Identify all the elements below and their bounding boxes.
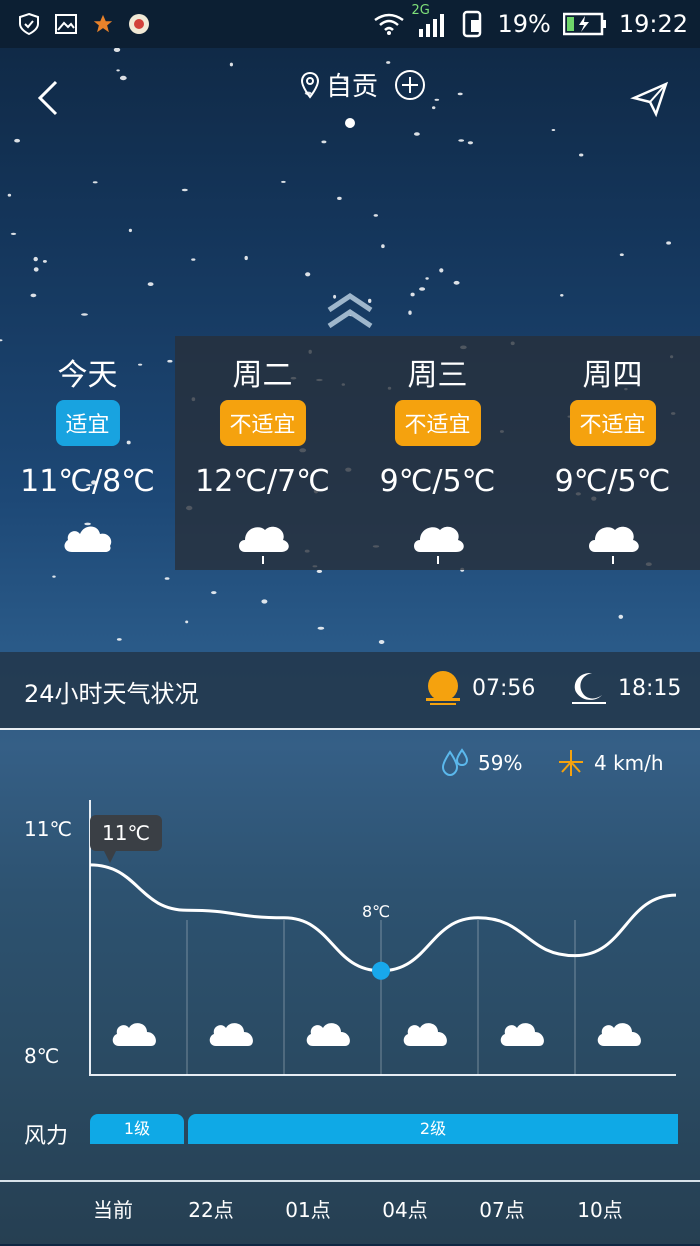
time-label: 01点: [285, 1198, 331, 1222]
sunrise-icon: [426, 671, 460, 705]
temp-range: 9℃/5℃: [379, 464, 496, 499]
windmill-icon: [559, 750, 583, 776]
wind-label: 风力: [24, 1124, 69, 1149]
min-point-label: 8℃: [362, 902, 391, 921]
city-selector[interactable]: 自贡: [300, 66, 426, 103]
cloud-icon: [500, 1023, 544, 1046]
phone-data-icon: [463, 10, 482, 38]
cloud-icon: [64, 526, 111, 552]
daily-forecast: 今天 适宜 11℃/8℃ 周二 不适宜 12℃/7℃ 周三 不适宜 9℃/5℃ …: [0, 336, 700, 570]
suitability-badge: 不适宜: [394, 400, 481, 446]
day-name: 周四: [582, 358, 643, 393]
day-name: 周二: [232, 358, 293, 393]
cloud-icon: [112, 1023, 156, 1046]
cloud-icon: [306, 1023, 350, 1046]
moon-icon: [572, 672, 606, 704]
time-label: 07点: [479, 1198, 525, 1222]
temp-range: 11℃/8℃: [20, 464, 155, 499]
hourly-title: 24小时天气状况: [24, 680, 199, 708]
wifi-icon: [374, 13, 405, 35]
humidity-value: 59%: [478, 751, 523, 775]
cloud-icon: [597, 1023, 641, 1046]
humidity: 59%: [440, 748, 522, 778]
day-name: 周三: [407, 358, 468, 393]
rain-cloud-icon: [238, 526, 289, 564]
rain-cloud-icon: [588, 526, 639, 564]
city-name: 自贡: [326, 72, 379, 102]
battery-percent: 19%: [497, 10, 551, 38]
clock: 19:22: [618, 10, 688, 38]
add-city-icon[interactable]: [394, 69, 426, 101]
sunset: 18:15: [570, 670, 681, 706]
day-card-tue[interactable]: 周二 不适宜 12℃/7℃: [175, 336, 350, 570]
suitability-badge: 适宜: [55, 400, 120, 446]
suitability-badge: 不适宜: [569, 400, 656, 446]
star-icon: [93, 14, 113, 33]
expand-up-icon[interactable]: [325, 292, 375, 332]
wind-speed: 4 km/h: [556, 748, 664, 778]
humidity-icon: [441, 748, 469, 777]
battery-icon: [562, 12, 606, 36]
cloud-icon: [209, 1023, 253, 1046]
current-temp-tooltip: 11℃: [90, 815, 162, 863]
temp-range: 12℃/7℃: [195, 464, 330, 499]
time-label: 22点: [188, 1198, 234, 1222]
sunrise-time: 07:56: [472, 675, 536, 701]
suitability-badge: 不适宜: [219, 400, 306, 446]
shield-icon: [19, 12, 39, 36]
temp-range: 9℃/5℃: [554, 464, 671, 499]
status-bar: 2G 19% 19:22: [0, 0, 700, 48]
share-icon[interactable]: [630, 78, 670, 118]
location-pin-icon: [300, 71, 320, 99]
sunset-time: 18:15: [618, 675, 682, 701]
back-icon[interactable]: [30, 78, 70, 118]
day-name: 今天: [57, 358, 118, 393]
time-label: 04点: [382, 1198, 428, 1222]
time-label: 10点: [577, 1198, 623, 1222]
hourly-panel-header: 24小时天气状况 07:56 18:15: [0, 652, 700, 730]
app-badge-icon: [129, 14, 149, 34]
sunrise: 07:56: [424, 670, 535, 706]
min-temp-point: [372, 961, 390, 980]
cloud-icon: [403, 1023, 447, 1046]
signal-icon: 2G: [411, 3, 449, 39]
day-card-today[interactable]: 今天 适宜 11℃/8℃: [0, 336, 175, 570]
day-card-thu[interactable]: 周四 不适宜 9℃/5℃: [525, 336, 700, 570]
day-card-wed[interactable]: 周三 不适宜 9℃/5℃: [350, 336, 525, 570]
image-icon: [55, 14, 77, 34]
time-axis: 当前 22点 01点 04点 07点 10点: [0, 1180, 700, 1246]
chart-axis: [89, 800, 676, 1076]
wind-level-bar: 1级: [90, 1114, 184, 1144]
wind-level-row: 风力 1级 2级: [0, 1112, 700, 1149]
page-indicator-dot: [345, 118, 355, 128]
wind-speed-value: 4 km/h: [594, 751, 664, 775]
rain-cloud-icon: [413, 526, 464, 564]
time-label: 当前: [93, 1198, 133, 1222]
wind-level-bar: 2级: [188, 1114, 678, 1144]
